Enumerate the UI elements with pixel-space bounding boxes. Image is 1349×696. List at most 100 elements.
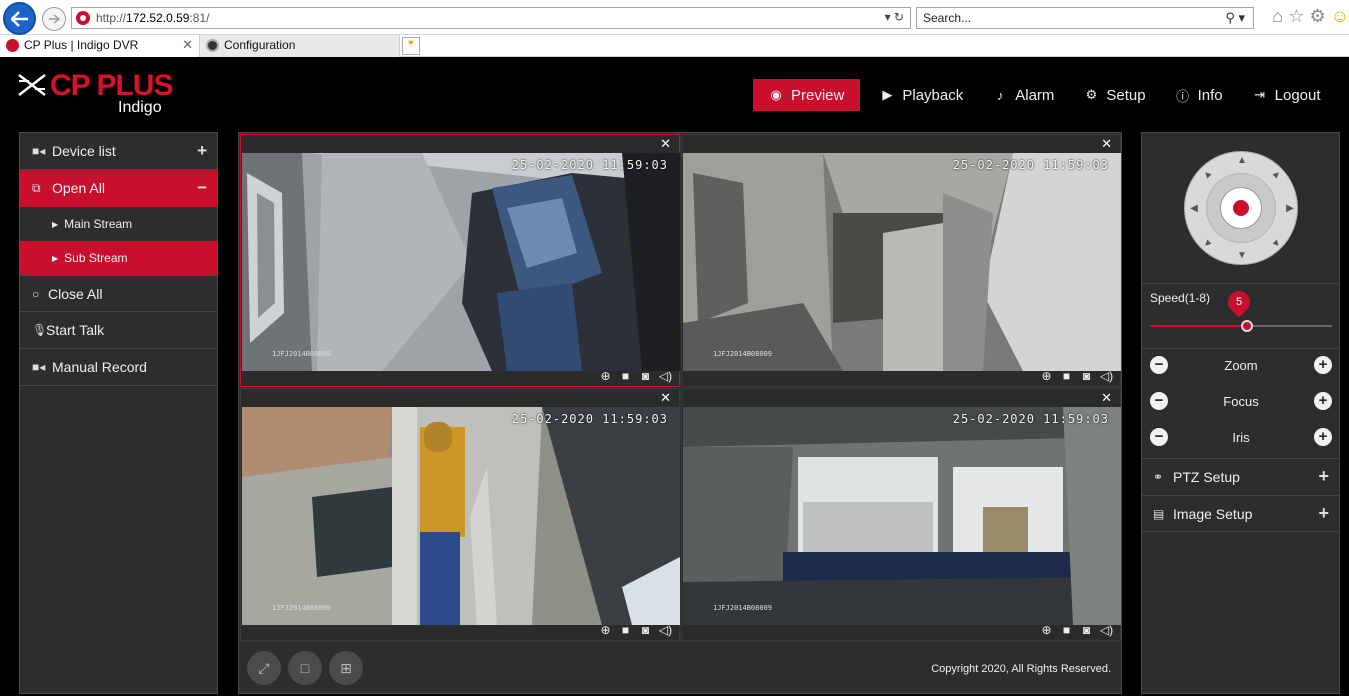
speed-value-bubble: 5 — [1223, 286, 1255, 318]
camera-icon[interactable]: ◙ — [638, 623, 653, 639]
record-icon[interactable]: ■ — [1059, 369, 1074, 385]
eye-icon: ◉ — [770, 87, 782, 102]
camera-icon[interactable]: ◙ — [1079, 369, 1094, 385]
record-icon[interactable]: ■ — [1059, 623, 1074, 639]
tab-cp-plus[interactable]: CP Plus | Indigo DVR ✕ — [0, 35, 200, 57]
video-feed[interactable]: 25-02-2020 11:59:03 1JFJ2014B08009 — [242, 407, 680, 625]
divider — [1142, 283, 1339, 284]
site-favicon-icon — [76, 11, 90, 25]
video-feed[interactable]: 25-02-2020 11:59:03 1JFJ2014B08009 — [683, 407, 1121, 625]
volume-icon[interactable]: ◁) — [1099, 623, 1114, 639]
start-talk[interactable]: 🎙︎ Start Talk — [20, 312, 217, 349]
open-all[interactable]: ⧉ Open All − — [20, 170, 217, 207]
main-stream-item[interactable]: ▶ Main Stream — [20, 207, 217, 241]
ptz-setup-section[interactable]: ⚭ PTZ Setup + — [1142, 458, 1339, 495]
record-icon[interactable]: ■ — [618, 369, 633, 385]
camera-id: 1JFJ2014B08009 — [272, 604, 332, 612]
gear-icon[interactable]: ⚙ — [1309, 6, 1325, 30]
video-feed[interactable]: 25-02-2020 11:59:03 1JFJ2014B08009 — [683, 153, 1121, 371]
volume-icon[interactable]: ◁) — [658, 623, 673, 639]
camera-icon[interactable]: ◙ — [638, 369, 653, 385]
video-footer: ⤢ □ ⊞ Copyright 2020, All Rights Reserve… — [239, 641, 1121, 693]
arrow-up-left-icon[interactable]: ▲ — [1200, 167, 1217, 184]
smiley-icon[interactable]: ☺ — [1331, 6, 1349, 30]
image-file-icon: ▤ — [1153, 506, 1165, 521]
camera-icon[interactable]: ◙ — [1079, 623, 1094, 639]
nav-logout[interactable]: ⇥ Logout — [1239, 79, 1335, 111]
nav-preview[interactable]: ◉ Preview — [753, 79, 861, 111]
camera-timestamp: 25-02-2020 11:59:03 — [511, 158, 668, 172]
camera-tile-1[interactable]: ✕ 25-02-2020 11:59:03 1JFJ2014B08009 ⊕ ■… — [240, 134, 680, 387]
nav-setup[interactable]: ⚙ Setup — [1070, 79, 1159, 111]
zoom-in-icon[interactable]: ⊕ — [1039, 623, 1054, 639]
nav-info[interactable]: ⓘ Info — [1162, 79, 1237, 111]
external-link-icon: ⧉ — [32, 180, 41, 195]
nav-alarm[interactable]: ♪ Alarm — [979, 79, 1068, 111]
arrow-down-right-icon[interactable]: ▲ — [1268, 235, 1285, 252]
refresh-icon[interactable]: ▾ ↻ — [885, 10, 904, 24]
caret-right-icon: ▶ — [52, 219, 59, 229]
close-icon[interactable]: ✕ — [1101, 136, 1112, 152]
camera-tile-4[interactable]: ✕ 25-02-2020 11:59:03 1JFJ2014B08009 ⊕ ■… — [681, 388, 1121, 641]
record-icon[interactable]: ■ — [618, 623, 633, 639]
arrow-down-left-icon[interactable]: ▲ — [1200, 235, 1217, 252]
arrow-left-icon[interactable]: ◀ — [1188, 203, 1200, 215]
close-icon[interactable]: ✕ — [1101, 390, 1112, 406]
url-text: http://172.52.0.59:81/ — [96, 11, 210, 25]
plus-icon[interactable]: + — [197, 141, 207, 161]
single-view-button[interactable]: □ — [288, 651, 322, 685]
zoom-in-icon[interactable]: ⊕ — [598, 623, 613, 639]
close-icon[interactable]: ✕ — [660, 390, 671, 406]
camera-favicon-icon — [206, 39, 219, 52]
speed-slider[interactable]: 5 — [1150, 286, 1332, 332]
new-tab-button[interactable]: ✶ — [402, 37, 420, 55]
focus-plus-button[interactable]: + — [1314, 392, 1332, 410]
search-input[interactable]: Search... ⚲ ▾ — [916, 7, 1254, 29]
forward-button[interactable] — [42, 7, 66, 31]
device-list[interactable]: ■◂ Device list + — [20, 133, 217, 170]
camera-tile-3[interactable]: ✕ 25-02-2020 11:59:03 1JFJ2014B08009 ⊕ ■… — [240, 388, 680, 641]
zoom-in-icon[interactable]: ⊕ — [598, 369, 613, 385]
video-feed[interactable]: 25-02-2020 11:59:03 1JFJ2014B08009 — [242, 153, 680, 371]
zoom-in-icon[interactable]: ⊕ — [1039, 369, 1054, 385]
back-button[interactable] — [3, 2, 36, 35]
tab-configuration[interactable]: Configuration — [200, 35, 400, 57]
sub-stream-item[interactable]: ▶ Sub Stream — [20, 241, 217, 275]
camera-tile-2[interactable]: ✕ 25-02-2020 11:59:03 1JFJ2014B08009 ⊕ ■… — [681, 134, 1121, 387]
nav-playback[interactable]: ▶ Playback — [866, 79, 977, 111]
camera-id: 1JFJ2014B08009 — [713, 604, 773, 612]
address-bar[interactable]: http://172.52.0.59:81/ ▾ ↻ — [71, 7, 911, 29]
speed-slider-knob[interactable] — [1241, 320, 1253, 332]
video-camera-icon: ■◂ — [32, 144, 46, 158]
close-icon[interactable]: ✕ — [182, 37, 193, 53]
arrow-right-icon — [49, 14, 60, 24]
fullscreen-button[interactable]: ⤢ — [247, 651, 281, 685]
volume-icon[interactable]: ◁) — [1099, 369, 1114, 385]
plus-icon[interactable]: + — [1318, 466, 1329, 487]
grid-icon: ⊞ — [340, 659, 352, 676]
arrow-down-icon[interactable]: ▼ — [1236, 250, 1248, 262]
camera-feed-image — [683, 407, 1121, 625]
plus-icon[interactable]: + — [1318, 503, 1329, 524]
iris-plus-button[interactable]: + — [1314, 428, 1332, 446]
close-all[interactable]: ○ Close All — [20, 275, 217, 312]
single-square-icon: □ — [300, 660, 310, 676]
volume-icon[interactable]: ◁) — [658, 369, 673, 385]
close-icon[interactable]: ✕ — [660, 136, 671, 152]
ptz-direction-wheel[interactable]: ▲ ▼ ◀ ▶ ▲ ▲ ▲ ▲ — [1184, 151, 1298, 265]
arrow-right-icon[interactable]: ▶ — [1284, 203, 1296, 215]
tab-label: Configuration — [224, 38, 296, 52]
home-icon[interactable]: ⌂ — [1272, 6, 1283, 30]
minus-icon[interactable]: − — [197, 178, 207, 198]
quad-view-button[interactable]: ⊞ — [329, 651, 363, 685]
zoom-in-button[interactable]: + — [1314, 356, 1332, 374]
search-icon[interactable]: ⚲ ▾ — [1225, 10, 1245, 26]
arrow-up-icon[interactable]: ▲ — [1236, 155, 1248, 167]
arrow-up-right-icon[interactable]: ▲ — [1268, 167, 1285, 184]
browser-icons: ⌂ ☆ ⚙ ☺ — [1264, 6, 1349, 30]
iris-label: Iris — [1232, 430, 1250, 445]
manual-record[interactable]: ■◂ Manual Record — [20, 349, 217, 386]
ptz-center-button[interactable] — [1220, 187, 1262, 229]
star-icon[interactable]: ☆ — [1288, 6, 1304, 30]
image-setup-section[interactable]: ▤ Image Setup + — [1142, 495, 1339, 532]
